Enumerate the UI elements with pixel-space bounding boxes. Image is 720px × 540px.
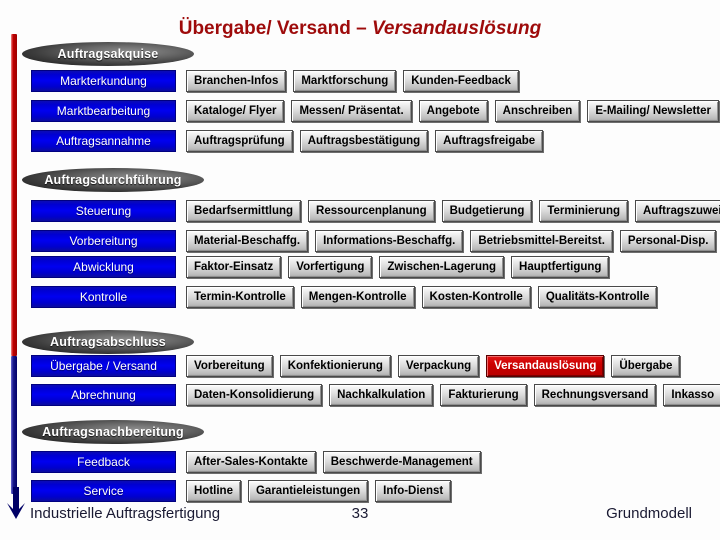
detail-button[interactable]: Hauptfertigung [511,256,610,278]
phase-header: Auftragsdurchführung [22,168,204,192]
detail-button[interactable]: Hotline [186,480,241,502]
process-step-button[interactable]: Kontrolle [31,286,176,308]
page-title-plain: Übergabe/ Versand – [178,18,372,39]
process-step-detail-row: Vorbereitung Konfektionierung Verpackung Ve… [186,355,681,377]
detail-button[interactable]: Auftragszuweisung [635,200,720,222]
detail-button[interactable]: Inkasso [663,384,720,406]
detail-button[interactable]: Daten-Konsolidierung [186,384,323,406]
detail-button[interactable]: Zwischen-Lagerung [379,256,505,278]
process-step-detail-row: Material-Beschaffg. Informations-Beschaff… [186,230,717,252]
detail-button[interactable]: Kataloge/ Flyer [186,100,285,122]
detail-button[interactable]: Faktor-Einsatz [186,256,282,278]
detail-button[interactable]: Auftragsprüfung [186,130,293,152]
process-step-detail-row: Daten-Konsolidierung Nachkalkulation Faktu… [186,384,720,406]
detail-button[interactable]: Betriebsmittel-Bereitst. [470,230,613,252]
detail-button[interactable]: Auftragsbestätigung [299,130,429,152]
detail-button[interactable]: Beschwerde-Management [322,451,481,473]
detail-button[interactable]: Fakturierung [440,384,527,406]
detail-button[interactable]: Personal-Disp. [619,230,717,252]
process-step-button[interactable]: Feedback [31,451,176,473]
process-step-button[interactable]: Abwicklung [31,256,176,278]
detail-button[interactable]: Kunden-Feedback [403,70,519,92]
process-step-button[interactable]: Marktbearbeitung [31,100,176,122]
phase-header: Auftragsakquise [22,42,194,66]
page-title: Übergabe/ Versand – Versandauslösung [0,18,720,40]
detail-button[interactable]: Nachkalkulation [329,384,434,406]
detail-button[interactable]: Verpackung [397,355,480,377]
detail-button[interactable]: Konfektionierung [279,355,391,377]
page-title-italic: Versandauslösung [371,18,542,39]
detail-button[interactable]: Kosten-Kontrolle [421,286,531,308]
detail-button[interactable]: Rechnungsversand [533,384,657,406]
process-arrow-shaft-upper [11,34,17,356]
process-step-detail-row: Hotline Garantieleistungen Info-Dienst [186,480,452,502]
detail-button[interactable]: Material-Beschaffg. [186,230,309,252]
footer-right-text: Grundmodell [606,505,692,522]
detail-button[interactable]: Qualitäts-Kontrolle [537,286,658,308]
detail-button[interactable]: Angebote [418,100,488,122]
process-step-detail-row: Auftragsprüfung Auftragsbestätigung Auftra… [186,130,544,152]
detail-button[interactable]: Auftragsfreigabe [435,130,544,152]
detail-button[interactable]: Ressourcenplanung [308,200,435,222]
detail-button[interactable]: After-Sales-Kontakte [186,451,316,473]
phase-header: Auftragsnachbereitung [22,420,204,444]
process-step-detail-row: Termin-Kontrolle Mengen-Kontrolle Kosten-K… [186,286,658,308]
detail-button[interactable]: Marktforschung [293,70,397,92]
process-step-detail-row: After-Sales-Kontakte Beschwerde-Managemen… [186,451,481,473]
detail-button[interactable]: Übergabe [611,355,681,377]
process-step-button[interactable]: Markterkundung [31,70,176,92]
detail-button[interactable]: Vorbereitung [186,355,273,377]
detail-button[interactable]: Bedarfsermittlung [186,200,302,222]
process-step-button[interactable]: Service [31,480,176,502]
detail-button[interactable]: Budgetierung [441,200,533,222]
detail-button[interactable]: Termin-Kontrolle [186,286,294,308]
process-step-button[interactable]: Auftragsannahme [31,130,176,152]
process-step-detail-row: Faktor-Einsatz Vorfertigung Zwischen-Lager… [186,256,610,278]
detail-button[interactable]: Mengen-Kontrolle [300,286,415,308]
footer: Industrielle Auftragsfertigung 33 Grundm… [0,505,720,531]
detail-button[interactable]: Info-Dienst [375,480,452,502]
detail-button[interactable]: Branchen-Infos [186,70,287,92]
detail-button[interactable]: Vorfertigung [288,256,373,278]
process-step-button[interactable]: Steuerung [31,200,176,222]
detail-button[interactable]: Garantieleistungen [247,480,369,502]
detail-button[interactable]: E-Mailing/ Newsletter [587,100,720,122]
detail-button[interactable]: Terminierung [539,200,628,222]
phase-header: Auftragsabschluss [22,330,194,354]
process-step-button[interactable]: Vorbereitung [31,230,176,252]
process-step-button[interactable]: Abrechnung [31,384,176,406]
process-step-detail-row: Branchen-Infos Marktforschung Kunden-Feedb… [186,70,519,92]
slide-canvas: Übergabe/ Versand – Versandauslösung Auf… [0,0,720,540]
detail-button[interactable]: Anschreiben [494,100,581,122]
detail-button[interactable]: Informations-Beschaffg. [315,230,464,252]
detail-button-highlighted[interactable]: Versandauslösung [486,355,605,377]
process-step-detail-row: Kataloge/ Flyer Messen/ Präsentat. Angebot… [186,100,720,122]
process-arrow-shaft-lower [11,356,17,494]
process-step-detail-row: Bedarfsermittlung Ressourcenplanung Budget… [186,200,720,222]
process-step-button[interactable]: Übergabe / Versand [31,355,176,377]
detail-button[interactable]: Messen/ Präsentat. [291,100,412,122]
